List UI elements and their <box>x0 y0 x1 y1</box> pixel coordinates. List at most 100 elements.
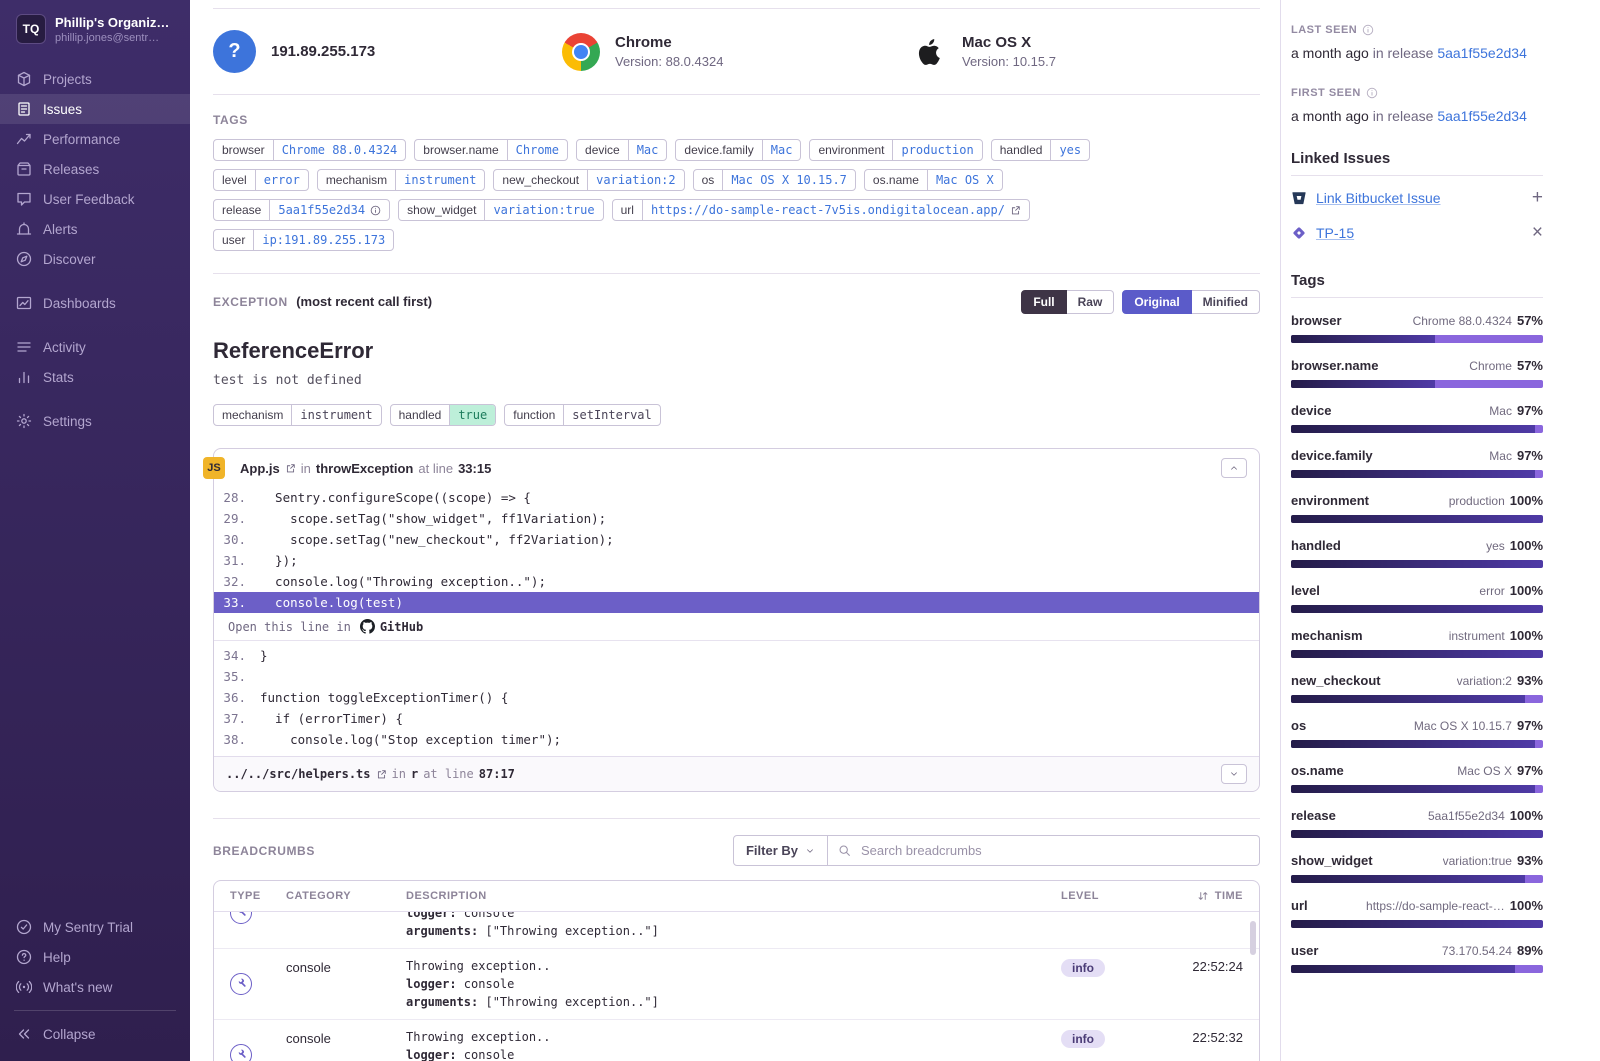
tag-pill-value[interactable]: production <box>892 140 981 160</box>
chevron-down-icon <box>1229 769 1239 779</box>
external-link-icon[interactable] <box>285 463 296 474</box>
sidebar-item-performance[interactable]: Performance <box>0 124 190 154</box>
annotation-value: true <box>449 405 495 425</box>
last-seen-time: a month ago <box>1291 45 1369 61</box>
add-issue-button[interactable]: + <box>1532 188 1543 207</box>
sidebar-item-projects[interactable]: Projects <box>0 64 190 94</box>
breadcrumbs-table-header: TYPE CATEGORY DESCRIPTION LEVEL TIME <box>214 881 1259 912</box>
highlighted-code-line[interactable]: 33. console.log(test) <box>214 592 1259 613</box>
sidebar-item-help[interactable]: Help <box>0 942 190 972</box>
toggle-minified-button[interactable]: Minified <box>1192 290 1260 314</box>
sidebar-item-label: What's new <box>43 980 112 995</box>
first-seen-release-link[interactable]: 5aa1f55e2d34 <box>1437 108 1527 124</box>
collapse-frame-button[interactable] <box>1221 458 1247 478</box>
user-feedback-icon <box>16 191 32 207</box>
dist-tag-name: handled <box>1291 538 1341 553</box>
sidebar-item-stats[interactable]: Stats <box>0 362 190 392</box>
tag-pill-value[interactable]: 5aa1f55e2d34 <box>269 200 389 220</box>
crumb-logger: logger: console <box>406 912 1061 920</box>
github-button[interactable]: GitHub <box>360 619 423 634</box>
breadcrumbs-search-input[interactable] <box>859 842 1249 859</box>
tag-dist-handled[interactable]: handledyes100% <box>1291 538 1543 568</box>
tag-dist-environment[interactable]: environmentproduction100% <box>1291 493 1543 523</box>
tag-dist-level[interactable]: levelerror100% <box>1291 583 1543 613</box>
tag-dist-device[interactable]: deviceMac97% <box>1291 403 1543 433</box>
tag-dist-show_widget[interactable]: show_widgetvariation:true93% <box>1291 853 1543 883</box>
bitbucket-icon <box>1291 190 1307 206</box>
browser-version: Version: 88.0.4324 <box>615 54 723 69</box>
filter-by-dropdown[interactable]: Filter By <box>733 835 828 866</box>
org-switcher[interactable]: TQ Phillip's Organiz… phillip.jones@sent… <box>0 0 190 60</box>
sidebar-item-collapse[interactable]: Collapse <box>0 1019 190 1049</box>
sidebar-item-user-feedback[interactable]: User Feedback <box>0 184 190 214</box>
sidebar-item-discover[interactable]: Discover <box>0 244 190 274</box>
tag-dist-browser.name[interactable]: browser.nameChrome57% <box>1291 358 1543 388</box>
sidebar-item-alerts[interactable]: Alerts <box>0 214 190 244</box>
remove-issue-button[interactable]: × <box>1532 223 1543 242</box>
tag-pill-value[interactable]: error <box>255 170 308 190</box>
sidebar-item-whats-new[interactable]: What's new <box>0 972 190 1002</box>
org-email: phillip.jones@sentr… <box>55 32 169 44</box>
toggle-full-button[interactable]: Full <box>1021 290 1066 314</box>
tag-pill-value[interactable]: yes <box>1050 140 1089 160</box>
breadcrumb-row[interactable]: consoleThrowing exception..logger: conso… <box>214 912 1259 949</box>
breadcrumbs-search[interactable] <box>828 835 1260 866</box>
tag-pill-value[interactable]: variation:2 <box>587 170 683 190</box>
linked-issue-link[interactable]: TP-15 <box>1316 225 1354 241</box>
sidebar-item-issues[interactable]: Issues <box>0 94 190 124</box>
code-lines: 28. Sentry.configureScope((scope) => {29… <box>214 485 1259 756</box>
tag-dist-user[interactable]: user73.170.54.2489% <box>1291 943 1543 973</box>
dist-tag-bar <box>1291 335 1543 343</box>
tag-dist-mechanism[interactable]: mechanisminstrument100% <box>1291 628 1543 658</box>
info-icon[interactable] <box>1366 87 1378 99</box>
tag-pill-value[interactable]: Mac <box>762 140 801 160</box>
dist-tag-bar <box>1291 605 1543 613</box>
dist-tag-value: Chrome 88.0.4324 <box>1413 314 1512 328</box>
linked-issue-link[interactable]: Link Bitbucket Issue <box>1316 190 1441 206</box>
tag-pill-list: browserChrome 88.0.4324browser.nameChrom… <box>213 139 1133 251</box>
external-link-icon[interactable] <box>376 769 387 780</box>
tag-pill-value[interactable]: Mac <box>628 140 667 160</box>
tag-pill-value[interactable]: instrument <box>395 170 484 190</box>
code-line: 29. scope.setTag("show_widget", ff1Varia… <box>214 508 1259 529</box>
breadcrumb-row[interactable]: consoleThrowing exception..logger: conso… <box>214 1020 1259 1061</box>
collapsed-frame[interactable]: ../../src/helpers.ts in r at line 87:17 <box>214 756 1259 791</box>
tag-pill-value[interactable]: Chrome 88.0.4324 <box>273 140 406 160</box>
tag-dist-os[interactable]: osMac OS X 10.15.797% <box>1291 718 1543 748</box>
sidebar-item-settings[interactable]: Settings <box>0 406 190 436</box>
sidebar-item-dashboards[interactable]: Dashboards <box>0 288 190 318</box>
toggle-original-button[interactable]: Original <box>1122 290 1191 314</box>
tag-value-text: Chrome 88.0.4324 <box>282 143 398 157</box>
sidebar-item-trial[interactable]: My Sentry Trial <box>0 912 190 942</box>
tag-pill-value[interactable]: ip:191.89.255.173 <box>253 230 393 250</box>
dist-tag-name: device <box>1291 403 1331 418</box>
breadcrumb-row[interactable]: consoleThrowing exception..logger: conso… <box>214 949 1259 1020</box>
breadcrumbs-controls: Filter By <box>733 835 1260 866</box>
dist-tag-percent: 100% <box>1510 493 1543 508</box>
tag-dist-new_checkout[interactable]: new_checkoutvariation:293% <box>1291 673 1543 703</box>
last-seen-release-link[interactable]: 5aa1f55e2d34 <box>1437 45 1527 61</box>
tag-dist-release[interactable]: release5aa1f55e2d34100% <box>1291 808 1543 838</box>
toggle-raw-button[interactable]: Raw <box>1067 290 1115 314</box>
dist-tag-name: browser.name <box>1291 358 1378 373</box>
scrollbar-thumb[interactable] <box>1250 921 1256 955</box>
tag-pill-value[interactable]: Mac OS X 10.15.7 <box>722 170 855 190</box>
tag-pill-value[interactable]: Chrome <box>507 140 567 160</box>
frame-header[interactable]: App.js in throwException at line 33:15 <box>214 449 1259 485</box>
sidebar-item-activity[interactable]: Activity <box>0 332 190 362</box>
tag-dist-device.family[interactable]: device.familyMac97% <box>1291 448 1543 478</box>
sort-icon[interactable] <box>1197 890 1209 902</box>
tag-pill-value[interactable]: Mac OS X <box>927 170 1002 190</box>
tag-pill-value[interactable]: variation:true <box>484 200 602 220</box>
info-icon[interactable] <box>1362 24 1374 36</box>
expand-frame-button[interactable] <box>1221 764 1247 784</box>
tag-dist-browser[interactable]: browserChrome 88.0.432457% <box>1291 313 1543 343</box>
dist-tag-name: new_checkout <box>1291 673 1381 688</box>
sidebar-item-releases[interactable]: Releases <box>0 154 190 184</box>
tag-pill-value[interactable]: https://do-sample-react-7v5is.ondigitalo… <box>642 200 1029 220</box>
col-time-header[interactable]: TIME <box>1147 890 1243 902</box>
dist-tag-bar <box>1291 965 1543 973</box>
tag-dist-url[interactable]: urlhttps://do-sample-react-…100% <box>1291 898 1543 928</box>
sidebar-item-label: Dashboards <box>43 296 116 311</box>
tag-dist-os.name[interactable]: os.nameMac OS X97% <box>1291 763 1543 793</box>
